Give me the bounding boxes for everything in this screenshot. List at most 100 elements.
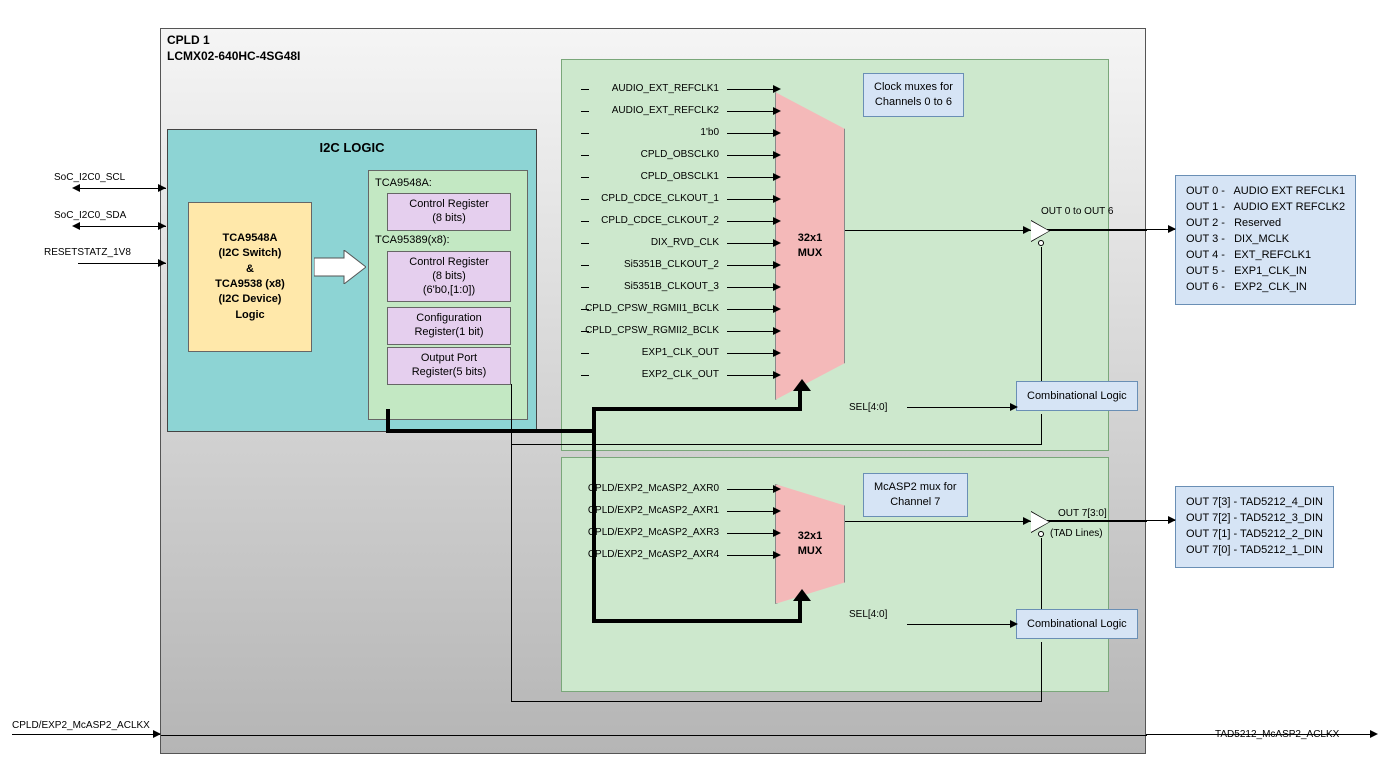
tca-block: TCA9548A (I2C Switch) & TCA9538 (x8) (I2… <box>188 202 312 352</box>
mux1-input-13: EXP2_CLK_OUT <box>571 369 719 380</box>
mux2-info-text: McASP2 mux for Channel 7 <box>874 481 957 508</box>
wire-aclkx <box>161 735 1147 736</box>
buffer-2-icon <box>1031 512 1049 532</box>
arrow-scl-l <box>72 184 80 192</box>
mux1-input-7: DIX_RVD_CLK <box>571 237 719 248</box>
buffer1-bubble <box>1038 240 1044 246</box>
arrow-sel1-comb <box>1010 403 1018 411</box>
mux1-l2: MUX <box>798 246 822 261</box>
wire-aclkx-right <box>1146 734 1376 735</box>
mux2-info: McASP2 mux for Channel 7 <box>863 473 968 517</box>
out-list-1: OUT 0 - AUDIO EXT REFCLK1 OUT 1 - AUDIO … <box>1175 175 1356 305</box>
register-group: TCA9548A: Control Register (8 bits) TCA9… <box>368 170 528 420</box>
i2c-logic-block: I2C LOGIC TCA9548A (I2C Switch) & TCA953… <box>167 129 537 432</box>
mux1-input-arrow-1 <box>773 107 781 115</box>
tca9538-label: TCA95389(x8): <box>375 234 450 246</box>
wire-sda <box>78 226 166 227</box>
mux1-info-text: Clock muxes for Channels 0 to 6 <box>874 81 953 108</box>
arrow-sda-l <box>72 222 80 230</box>
mux1-input-arrow-9 <box>773 283 781 291</box>
mux1-input-6: CPLD_CDCE_CLKOUT_2 <box>571 215 719 226</box>
mux1-input-10: CPLD_CPSW_RGMII1_BCLK <box>571 303 719 314</box>
cfg-reg: Configuration Register(1 bit) <box>387 307 511 345</box>
buffer2-bubble <box>1038 531 1044 537</box>
wire-scl <box>78 188 166 189</box>
arrow-mux1-out <box>1023 226 1031 234</box>
mux1-l1: 32x1 <box>798 231 822 246</box>
arrow-aclkx-out <box>1370 730 1378 738</box>
mux1-out-label: OUT 0 to OUT 6 <box>1041 206 1113 217</box>
mux1-input-wire-9 <box>727 287 775 288</box>
arrow-out2-ext <box>1168 516 1176 524</box>
mux2-l2: MUX <box>798 544 822 559</box>
ext-sda: SoC_I2C0_SDA <box>54 210 126 221</box>
mux2-input-wire-2 <box>727 533 775 534</box>
ext-rst: RESETSTATZ_1V8 <box>44 247 131 258</box>
mux1-input-wire-12 <box>727 353 775 354</box>
mux1-input-wire-1 <box>727 111 775 112</box>
mux1-info: Clock muxes for Channels 0 to 6 <box>863 73 964 117</box>
mux1-input-arrow-7 <box>773 239 781 247</box>
mux2-input-wire-1 <box>727 511 775 512</box>
mux1-input-arrow-6 <box>773 217 781 225</box>
cpld-title: CPLD 1 LCMX02-640HC-4SG48I <box>167 33 300 64</box>
white-arrow-icon <box>314 250 366 284</box>
mux2-input-arrow-0 <box>773 485 781 493</box>
mux2-sel: SEL[4:0] <box>849 609 887 620</box>
wire-mux1-out <box>845 230 1031 231</box>
mux1-input-5: CPLD_CDCE_CLKOUT_1 <box>571 193 719 204</box>
mux2-out-label: OUT 7[3:0] <box>1058 508 1107 519</box>
mux1-input-3: CPLD_OBSCLK0 <box>571 149 719 160</box>
wire-comb1-down <box>1041 414 1042 444</box>
ctrl-reg-b-text: Control Register (8 bits) (6'b0,[1:0]) <box>409 256 488 296</box>
mux1-input-wire-10 <box>727 309 775 310</box>
mux1-input-wire-4 <box>727 177 775 178</box>
mux1-input-wire-11 <box>727 331 775 332</box>
mux2-input-wire-0 <box>727 489 775 490</box>
wire-buf1-out <box>1049 230 1147 231</box>
arrow-sda-r <box>158 222 166 230</box>
mux2-input-wire-3 <box>727 555 775 556</box>
mux1-input-arrow-8 <box>773 261 781 269</box>
thick-to-sel2 <box>592 619 802 623</box>
mux-1: 32x1 MUX <box>775 92 845 400</box>
mux1-input-arrow-3 <box>773 151 781 159</box>
mux1-input-4: CPLD_OBSCLK1 <box>571 171 719 182</box>
cpld-title-l1: CPLD 1 <box>167 33 210 47</box>
out-port-reg: Output Port Register(5 bits) <box>387 347 511 385</box>
wire-sel1-to-comb <box>907 407 1015 408</box>
tca9548a-label: TCA9548A: <box>375 177 432 189</box>
mux2-input-arrow-2 <box>773 529 781 537</box>
mux2-input-arrow-1 <box>773 507 781 515</box>
ext-aclkx: CPLD/EXP2_McASP2_ACLKX <box>12 720 150 731</box>
mux1-input-1: AUDIO_EXT_REFCLK2 <box>571 105 719 116</box>
mux1-input-arrow-12 <box>773 349 781 357</box>
wire-aclkx-left <box>12 734 160 735</box>
arrow-aclkx-in <box>153 730 161 738</box>
wire-buf2-out <box>1049 521 1147 522</box>
thick-h1 <box>386 429 596 433</box>
mux1-input-arrow-2 <box>773 129 781 137</box>
wire-comb1-to-buf <box>1041 247 1042 381</box>
thick-arrow-sel1 <box>793 379 811 391</box>
ext-scl: SoC_I2C0_SCL <box>54 172 125 183</box>
comb-logic-1: Combinational Logic <box>1016 381 1138 411</box>
mux1-input-12: EXP1_CLK_OUT <box>571 347 719 358</box>
mux2-l1: 32x1 <box>798 529 822 544</box>
arrow-mux2-out <box>1023 517 1031 525</box>
wire-feedback2 <box>511 701 1042 702</box>
wire-mux2-out <box>845 521 1031 522</box>
mux1-input-2: 1'b0 <box>571 127 719 138</box>
ctrl-reg-b: Control Register (8 bits) (6'b0,[1:0]) <box>387 251 511 302</box>
thick-arrow-sel2 <box>793 589 811 601</box>
mux1-input-wire-7 <box>727 243 775 244</box>
wire-out2-ext <box>1047 520 1175 521</box>
comb-logic-2: Combinational Logic <box>1016 609 1138 639</box>
out-port-reg-text: Output Port Register(5 bits) <box>412 352 487 378</box>
wire-comb2-to-buf <box>1041 538 1042 609</box>
mux1-input-wire-13 <box>727 375 775 376</box>
mux1-input-0: AUDIO_EXT_REFCLK1 <box>571 83 719 94</box>
i2c-logic-title: I2C LOGIC <box>168 140 536 155</box>
mux1-input-arrow-0 <box>773 85 781 93</box>
arrow-sel2-comb <box>1010 620 1018 628</box>
